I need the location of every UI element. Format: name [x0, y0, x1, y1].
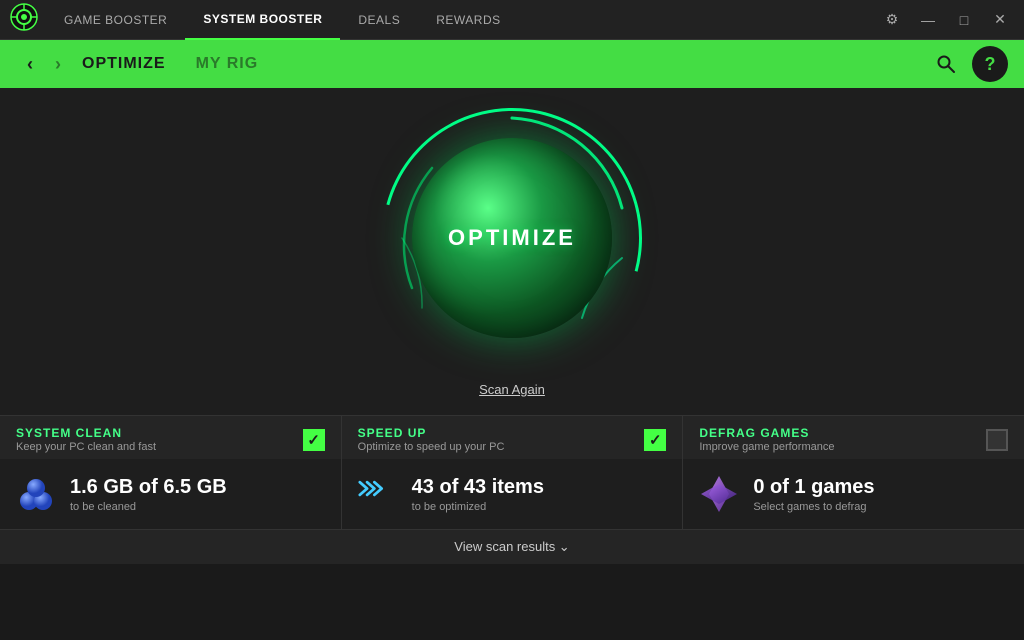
card-speed-up-body: 43 of 43 items to be optimized	[342, 459, 683, 529]
card-speed-up-checkbox[interactable]: ✓	[644, 429, 666, 451]
card-speed-up: SPEED UP Optimize to speed up your PC ✓	[342, 416, 684, 529]
checkmark-icon: ✓	[307, 431, 320, 449]
search-button[interactable]	[928, 46, 964, 82]
main-content: OPTIMIZE Scan Again SYSTEM CLEAN Keep yo…	[0, 88, 1024, 564]
card-system-clean-body: 1.6 GB of 6.5 GB to be cleaned	[0, 459, 341, 529]
card-defrag-games-checkbox[interactable]	[986, 429, 1008, 451]
arrows-icon	[358, 474, 398, 514]
card-speed-up-title: SPEED UP	[358, 426, 505, 440]
card-defrag-games-title: DEFRAG GAMES	[699, 426, 834, 440]
card-system-clean-checkbox[interactable]: ✓	[303, 429, 325, 451]
nav-deals[interactable]: DEALS	[340, 0, 418, 40]
orb-label: OPTIMIZE	[448, 225, 576, 251]
title-nav: GAME BOOSTER SYSTEM BOOSTER DEALS REWARD…	[46, 0, 878, 40]
card-speed-up-header: SPEED UP Optimize to speed up your PC ✓	[342, 416, 683, 459]
defrag-games-detail: Select games to defrag	[753, 501, 874, 513]
card-system-clean-subtitle: Keep your PC clean and fast	[16, 441, 156, 453]
card-defrag-games-header: DEFRAG GAMES Improve game performance	[683, 416, 1024, 459]
nav-system-booster[interactable]: SYSTEM BOOSTER	[185, 0, 340, 40]
tab-my-rig[interactable]: MY RIG	[196, 55, 259, 73]
card-system-clean-header: SYSTEM CLEAN Keep your PC clean and fast…	[0, 416, 341, 459]
maximize-icon[interactable]: □	[950, 6, 978, 34]
orb-ball[interactable]: OPTIMIZE	[412, 138, 612, 338]
tab-optimize[interactable]: OPTIMIZE	[82, 55, 166, 73]
defrag-games-stat: 0 of 1 games	[753, 476, 874, 499]
view-scan-results-label: View scan results ⌄	[454, 539, 569, 554]
system-clean-detail: to be cleaned	[70, 501, 227, 513]
back-button[interactable]: ‹	[16, 50, 44, 78]
nav-rewards[interactable]: REWARDS	[418, 0, 518, 40]
close-icon[interactable]: ✕	[986, 6, 1014, 34]
speed-up-detail: to be optimized	[412, 501, 544, 513]
forward-button[interactable]: ›	[44, 50, 72, 78]
header-actions: ?	[928, 46, 1008, 82]
speed-up-stat: 43 of 43 items	[412, 476, 544, 499]
window-controls: ⚙ — □ ✕	[878, 6, 1014, 34]
help-button[interactable]: ?	[972, 46, 1008, 82]
minimize-icon[interactable]: —	[914, 6, 942, 34]
header-tabs: OPTIMIZE MY RIG	[82, 55, 928, 73]
card-defrag-games-body: 0 of 1 games Select games to defrag	[683, 459, 1024, 529]
card-speed-up-subtitle: Optimize to speed up your PC	[358, 441, 505, 453]
nav-game-booster[interactable]: GAME BOOSTER	[46, 0, 185, 40]
checkmark-icon: ✓	[649, 431, 662, 449]
system-clean-stat: 1.6 GB of 6.5 GB	[70, 476, 227, 499]
bubbles-icon	[16, 474, 56, 514]
settings-icon[interactable]: ⚙	[878, 6, 906, 34]
card-defrag-games: DEFRAG GAMES Improve game performance	[683, 416, 1024, 529]
card-defrag-games-subtitle: Improve game performance	[699, 441, 834, 453]
card-system-clean: SYSTEM CLEAN Keep your PC clean and fast…	[0, 416, 342, 529]
header-bar: ‹ › OPTIMIZE MY RIG ?	[0, 40, 1024, 88]
bottom-cards: SYSTEM CLEAN Keep your PC clean and fast…	[0, 415, 1024, 529]
scan-again-button[interactable]: Scan Again	[479, 382, 545, 397]
card-system-clean-title: SYSTEM CLEAN	[16, 426, 156, 440]
title-bar: GAME BOOSTER SYSTEM BOOSTER DEALS REWARD…	[0, 0, 1024, 40]
optimize-orb[interactable]: OPTIMIZE	[382, 108, 642, 368]
diamond-icon	[699, 474, 739, 514]
app-logo	[10, 3, 38, 36]
view-scan-results-button[interactable]: View scan results ⌄	[0, 529, 1024, 564]
